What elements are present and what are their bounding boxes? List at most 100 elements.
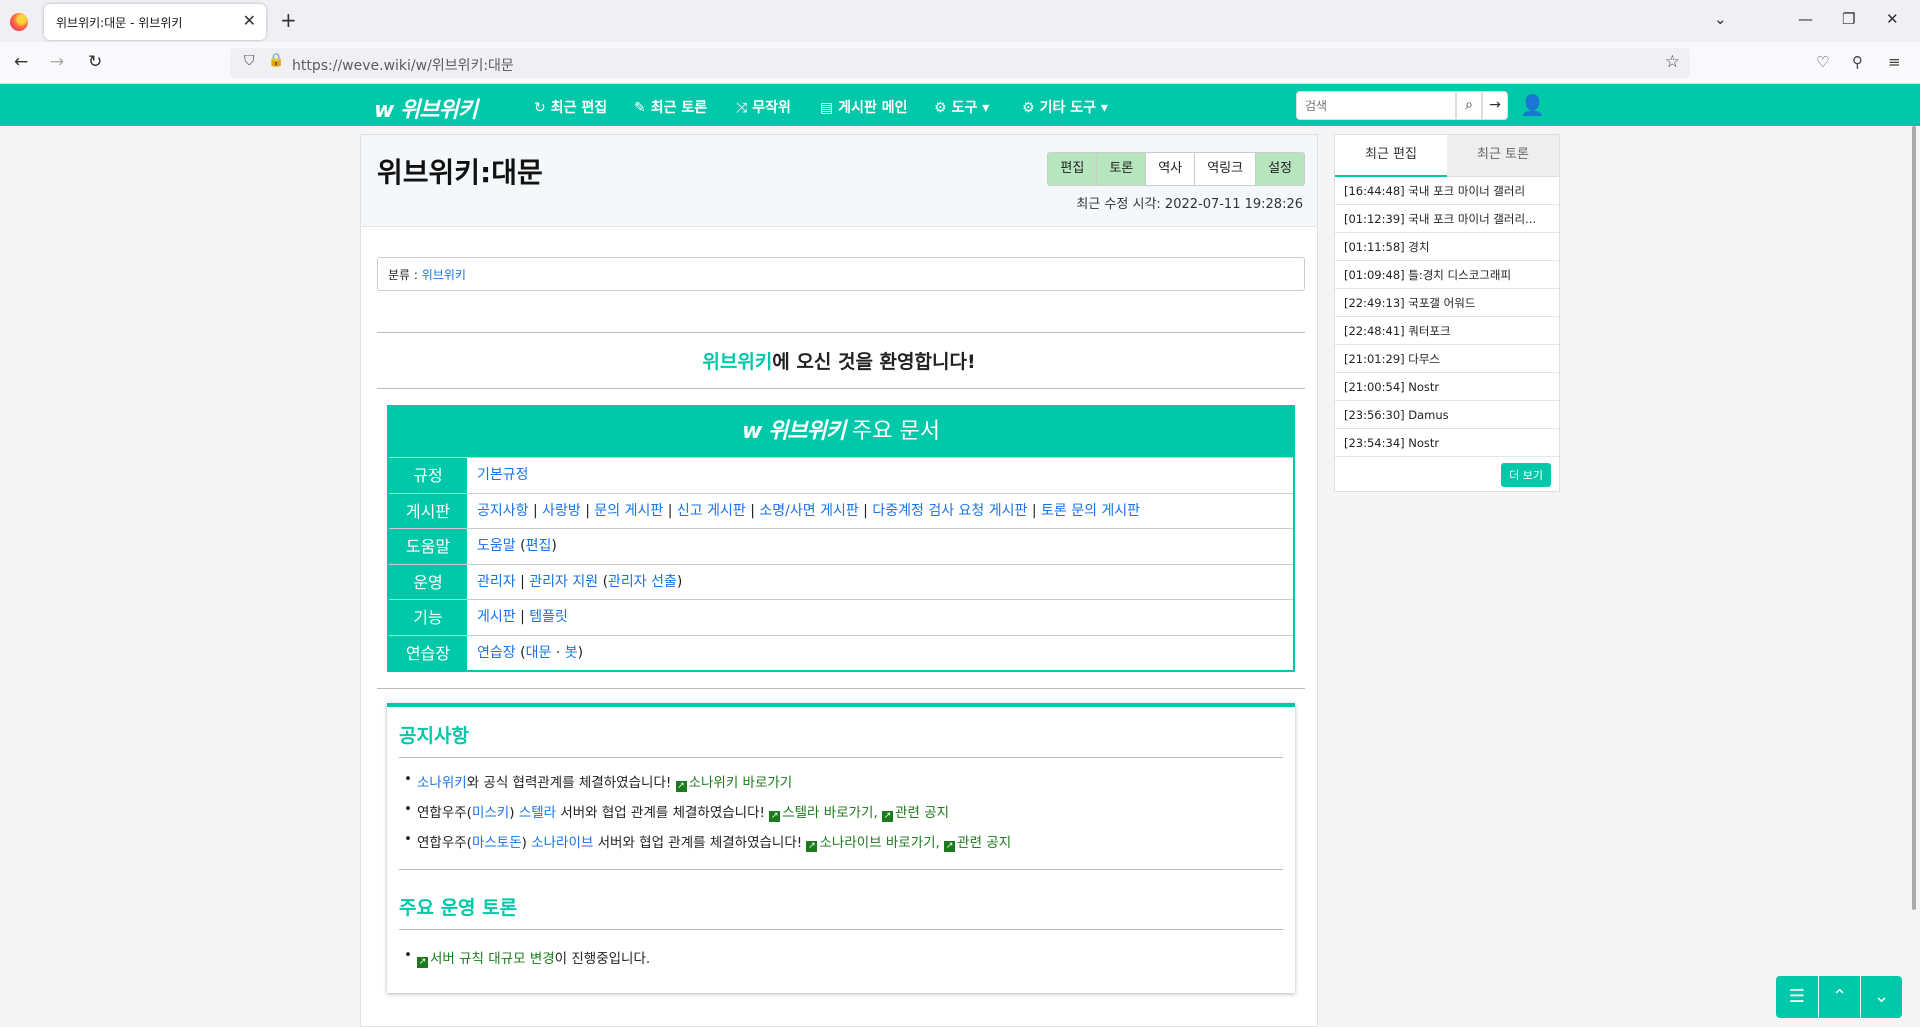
category-box: 분류 : 위브위키 [377,257,1305,291]
toc-list-icon[interactable]: ☰ [1776,976,1818,1018]
list-item[interactable]: [22:49:13] 국포갤 어워드 [1335,289,1559,317]
doc-link[interactable]: 편집 [526,538,552,554]
doc-link[interactable]: 연습장 [477,645,516,661]
menu-recent-discussions[interactable]: ✎ 최근 토론 [634,97,707,117]
list-item[interactable]: [01:11:58] 경치 [1335,233,1559,261]
notice-link[interactable]: 마스토돈 [472,835,522,851]
external-link[interactable]: ↗ 스텔라 바로가기, [769,805,878,822]
search-icon[interactable]: ⌕ [1456,91,1482,120]
divider [377,688,1305,689]
tab-recent-discussions[interactable]: 최근 토론 [1447,135,1559,177]
external-link[interactable]: ↗ 서버 규칙 대규모 변경 [417,951,555,968]
sidebar-tabs: 최근 편집 최근 토론 [1335,135,1559,177]
list-item[interactable]: [16:44:48] 국내 포크 마이너 갤러리 [1335,177,1559,205]
list-item[interactable]: [23:54:34] Nostr [1335,429,1559,457]
tab-close-icon[interactable]: ✕ [243,11,256,30]
menu-random[interactable]: ⤨ 무작위 [736,97,791,117]
doc-link[interactable]: 관리자 [477,574,516,590]
doc-link[interactable]: 다중계정 검사 요청 게시판 [872,503,1027,519]
more-button[interactable]: 더 보기 [1501,463,1551,487]
doc-link[interactable]: 템플릿 [529,609,568,625]
separator: | [1027,502,1041,519]
row-value: 도움말 (편집) [477,538,557,554]
search-input[interactable] [1296,91,1456,120]
menu-label: 도구 ▾ [951,100,990,116]
minimize-icon[interactable]: — [1798,10,1813,28]
lock-icon[interactable]: 🔒 [268,53,284,68]
restore-icon[interactable]: ❐ [1842,10,1855,28]
list-item[interactable]: [23:56:30] Damus [1335,401,1559,429]
user-icon[interactable]: 👤 [1520,93,1545,117]
row-key: 연습장 [389,635,467,670]
doc-link[interactable]: 관리자 지원 [529,574,598,590]
scroll-down-icon[interactable]: ⌄ [1860,976,1902,1018]
list-item[interactable]: [22:48:41] 쿼터포크 [1335,317,1559,345]
forward-icon[interactable]: → [50,52,64,72]
url-bar[interactable]: ⛉ 🔒 https://weve.wiki/w/위브위키:대문 ☆ [230,48,1690,78]
category-link[interactable]: 위브위키 [422,268,466,282]
doc-link[interactable]: 토론 문의 게시판 [1041,503,1140,519]
edit-button[interactable]: 편집 [1048,153,1097,185]
reload-icon[interactable]: ↻ [88,52,102,72]
window-close-icon[interactable]: ✕ [1886,10,1899,28]
external-link[interactable]: ↗ 관련 공지 [882,805,949,822]
history-button[interactable]: 역사 [1145,153,1195,185]
doc-link[interactable]: 신고 게시판 [677,503,746,519]
separator: | [515,573,530,590]
doc-link[interactable]: 기본규정 [477,467,529,483]
external-link[interactable]: ↗ 관련 공지 [944,835,1011,852]
menu-board-main[interactable]: ▤ 게시판 메인 [820,97,908,117]
menu-recent-edits[interactable]: ↻ 최근 편집 [534,97,607,117]
browser-tab[interactable]: 위브위키:대문 - 위브위키 ✕ [44,4,266,40]
menu-other-tools[interactable]: ⚙ 기타 도구 ▾ [1022,97,1108,117]
site-logo[interactable]: w 위브위키 [374,92,478,124]
row-value: 관리자 | 관리자 지원 (관리자 선출) [477,573,683,590]
separator: | [515,609,530,625]
separator: | [663,502,677,519]
backlinks-button[interactable]: 역링크 [1194,153,1256,185]
bookmark-star-icon[interactable]: ☆ [1665,52,1680,72]
document-icon: ▤ [820,100,834,116]
list-item[interactable]: [01:09:48] 틀:경치 디스코그래피 [1335,261,1559,289]
menu-tools[interactable]: ⚙ 도구 ▾ [934,97,989,117]
back-icon[interactable]: ← [14,52,28,72]
new-tab-icon[interactable]: + [280,8,297,32]
notice-link[interactable]: 스텔라 [519,805,556,821]
doc-link[interactable]: 게시판 [477,609,516,625]
scrollbar[interactable] [1912,126,1916,910]
notice-link[interactable]: 소나위키 [417,775,467,791]
url-text[interactable]: https://weve.wiki/w/위브위키:대문 [292,55,514,75]
list-item[interactable]: [21:00:54] Nostr [1335,373,1559,401]
shield-icon[interactable]: ⛉ [244,53,255,69]
doc-link[interactable]: 대문 [526,645,552,661]
firefox-icon[interactable] [10,13,28,31]
notice-text: ) [521,835,532,851]
separator: | [858,502,873,519]
discussion-button[interactable]: 토론 [1096,153,1146,185]
pocket-icon[interactable]: ♡ [1816,53,1829,71]
external-link[interactable]: ↗ 소나위키 바로가기 [675,775,792,792]
list-item[interactable]: [01:12:39] 국내 포크 마이너 갤러리... [1335,205,1559,233]
doc-link[interactable]: 소명/사면 게시판 [759,503,858,519]
doc-link[interactable]: 도움말 [477,538,516,554]
notice-link[interactable]: 미스키 [472,805,509,821]
tab-recent-edits[interactable]: 최근 편집 [1335,135,1447,177]
settings-button[interactable]: 설정 [1255,153,1304,185]
app-menu-icon[interactable]: ≡ [1888,53,1901,71]
doc-link[interactable]: 관리자 선출 [608,574,677,590]
list-item[interactable]: [21:01:29] 다무스 [1335,345,1559,373]
tab-list-dropdown-icon[interactable]: ⌄ [1714,10,1727,28]
external-link-label: 스텔라 바로가기, [782,805,878,821]
notice-link[interactable]: 소나라이브 [531,835,593,851]
doc-link[interactable]: 사랑방 [542,503,581,519]
external-link-icon: ↗ [882,811,894,822]
extensions-icon[interactable]: ⚲ [1852,53,1863,71]
doc-link[interactable]: 문의 게시판 [594,503,663,519]
welcome-wiki-name[interactable]: 위브위키 [702,351,772,373]
external-link[interactable]: ↗ 소나라이브 바로가기, [806,835,940,852]
doc-link[interactable]: 봇 [565,645,578,661]
go-arrow-icon[interactable]: → [1482,91,1508,120]
doc-link[interactable]: 공지사항 [477,503,529,519]
table-row: 규정 기본규정 [389,457,1293,493]
scroll-up-icon[interactable]: ⌃ [1818,976,1860,1018]
